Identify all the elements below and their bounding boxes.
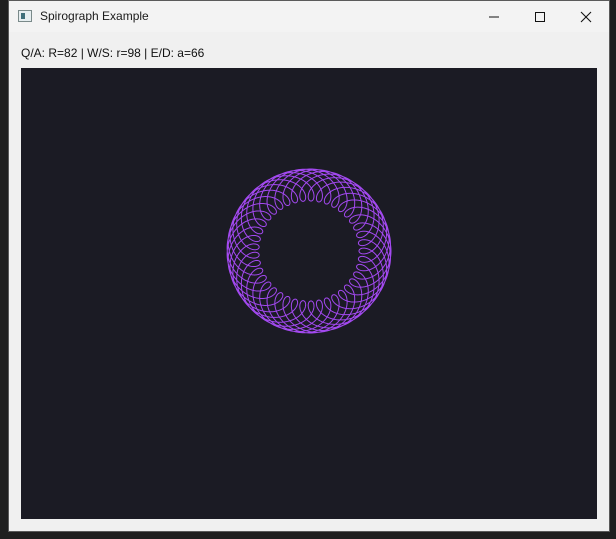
spirograph-canvas[interactable] [21,68,597,519]
spirograph-drawing [226,168,392,334]
minimize-button[interactable] [471,1,517,32]
title-bar[interactable]: Spirograph Example [9,1,609,32]
app-window: Spirograph Example Q/A: R=82 | W/S: r=98… [8,0,610,532]
close-icon [580,11,592,22]
parameters-label: Q/A: R=82 | W/S: r=98 | E/D: a=66 [21,46,205,60]
maximize-button[interactable] [517,1,563,32]
maximize-icon [535,11,545,22]
app-window-icon [18,10,32,22]
window-title: Spirograph Example [40,9,149,23]
close-button[interactable] [563,1,609,32]
minimize-icon [489,16,499,17]
spirograph-curve [226,168,392,334]
